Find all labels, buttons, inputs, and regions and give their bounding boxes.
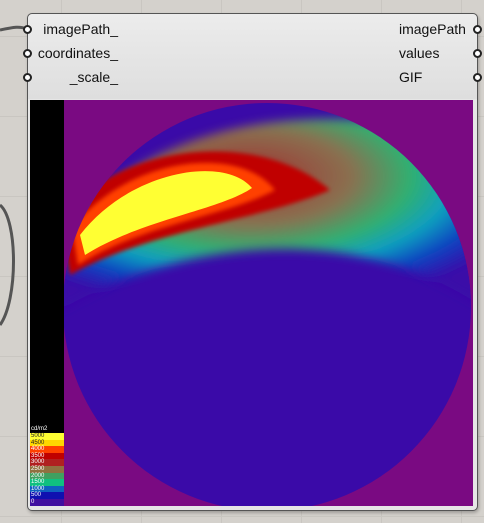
input-imagepath-label[interactable]: imagePath_ — [28, 20, 118, 38]
luminance-image-viewer: cd/m2 5000 4500 4000 3500 3000 2500 2000 1500 10… — [30, 100, 473, 506]
output-grip-imagepath[interactable] — [473, 25, 482, 34]
output-imagepath-label[interactable]: imagePath — [399, 20, 466, 38]
output-grip-values[interactable] — [473, 49, 482, 58]
legend-unit: cd/m2 — [31, 426, 48, 432]
component-header: imagePath_ coordinates_ _scale_ imagePat… — [23, 14, 482, 99]
legend-label: 0 — [31, 499, 35, 505]
input-scale-label[interactable]: _scale_ — [28, 68, 118, 86]
output-values-label[interactable]: values — [399, 44, 439, 62]
input-coordinates-label[interactable]: coordinates_ — [28, 44, 118, 62]
output-gif-label[interactable]: GIF — [399, 68, 422, 86]
color-legend: cd/m2 5000 4500 4000 3500 3000 2500 2000 1500 10… — [30, 100, 64, 506]
legend-swatch — [30, 499, 64, 506]
image-viewer-component[interactable]: imagePath_ coordinates_ _scale_ imagePat… — [23, 13, 482, 511]
falsecolor-luminance-image — [63, 103, 471, 506]
output-grip-gif[interactable] — [473, 73, 482, 82]
input-wire-loop — [0, 203, 15, 326]
